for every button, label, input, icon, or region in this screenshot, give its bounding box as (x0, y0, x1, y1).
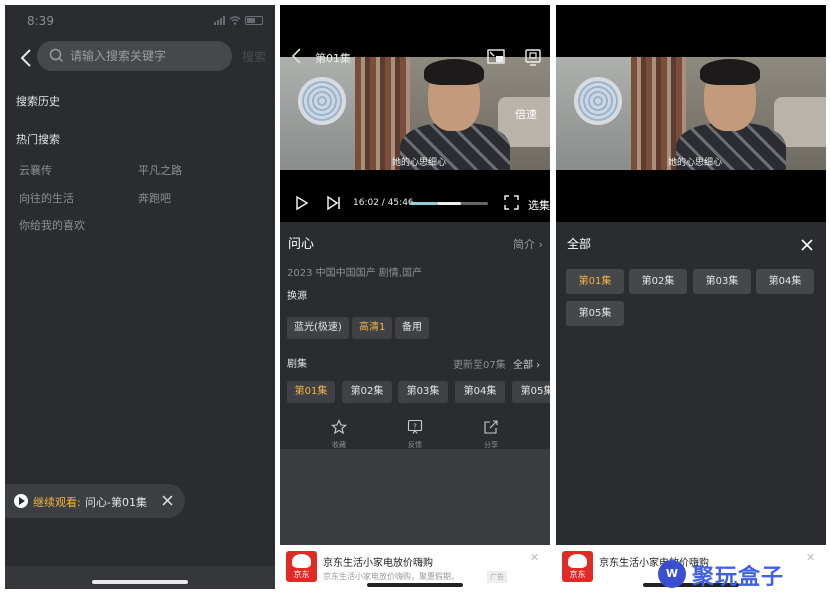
fan-graphic (298, 77, 346, 125)
hot-search-title: 热门搜索 (16, 133, 60, 146)
blank-content-area (280, 449, 550, 545)
episode-chip[interactable]: 第03集 (693, 269, 751, 294)
status-time: 8:39 (27, 14, 54, 28)
watermark-text: 聚玩盒子 (692, 565, 785, 590)
search-screen: 8:39 搜索 搜索历史 热门搜索 云襄传 平凡之路 向往的生活 奔跑吧 你给我… (5, 5, 275, 589)
search-box[interactable] (37, 41, 232, 71)
video-subtitle: 她的心思细心 (668, 158, 723, 168)
status-icons (214, 16, 263, 25)
hot-search-item[interactable]: 向往的生活 (19, 190, 74, 206)
source-chip[interactable]: 备用 (395, 317, 429, 339)
ad-title: 京东生活小家电放价嗨购 (323, 558, 433, 569)
back-icon[interactable] (288, 47, 306, 65)
show-title: 问心 (288, 237, 315, 252)
star-icon (330, 419, 348, 435)
continue-label: 继续观看: (33, 496, 81, 509)
cast-icon[interactable] (523, 47, 543, 67)
watermark-logo: W 聚玩盒子 (658, 557, 828, 591)
pip-icon[interactable] (486, 47, 506, 67)
svg-text:?: ? (413, 423, 417, 431)
update-status: 更新至07集 (453, 360, 506, 371)
battery-icon (245, 16, 263, 25)
all-episodes-link[interactable]: 全部 › (513, 356, 540, 371)
home-indicator (367, 583, 463, 587)
episode-chip[interactable]: 第05集 (566, 301, 624, 326)
hot-search-item[interactable]: 云襄传 (19, 162, 52, 178)
bottom-strip (5, 566, 275, 589)
back-icon[interactable] (15, 46, 39, 70)
home-indicator (92, 580, 188, 584)
progress-slider[interactable] (410, 202, 488, 205)
episode-chip[interactable]: 第05集 (512, 381, 550, 403)
episode-chip[interactable]: 第04集 (756, 269, 814, 294)
feedback-icon: ? (407, 419, 423, 434)
episode-chip[interactable]: 第04集 (455, 381, 505, 403)
jd-logo: 京东 (286, 551, 317, 582)
hot-search-item[interactable]: 平凡之路 (138, 162, 182, 178)
ad-tag: 广告 (487, 571, 507, 583)
episode-chip-active[interactable]: 第01集 (287, 381, 335, 403)
show-meta: 2023 中国中国国产 剧情,国产 (287, 268, 422, 279)
search-history-title: 搜索历史 (16, 95, 60, 108)
hot-search-item[interactable]: 你给我的喜欢 (19, 217, 85, 233)
playback-time: 16:02 / 45:46 (353, 198, 414, 208)
episodes-label: 剧集 (287, 359, 307, 370)
episode-chip-active[interactable]: 第01集 (566, 269, 624, 294)
source-label: 换源 (287, 291, 307, 302)
jd-logo: 京东 (562, 551, 593, 582)
feedback-button[interactable]: ? 反馈 (395, 419, 435, 450)
search-input[interactable] (70, 46, 220, 66)
hot-search-item[interactable]: 奔跑吧 (138, 190, 171, 206)
speed-button[interactable]: 倍速 (515, 106, 537, 122)
video-frame[interactable]: 她的心思细心 (280, 57, 550, 170)
episode-chip[interactable]: 第02集 (342, 381, 392, 403)
play-icon[interactable] (295, 195, 309, 211)
source-chip-active[interactable]: 高清1 (352, 317, 393, 339)
share-icon (484, 420, 498, 434)
watermark-badge: W (658, 560, 686, 588)
brief-link[interactable]: 简介 › (513, 236, 543, 252)
episode-select-button[interactable]: 选集 (528, 197, 550, 213)
player-screen: 她的心思细心 第01集 倍速 16:02 / 45:46 选集 问心 简介 › … (280, 5, 550, 589)
fullscreen-icon[interactable] (504, 195, 519, 210)
signal-icon (214, 16, 225, 25)
close-icon[interactable]: ✕ (530, 551, 539, 564)
play-icon (14, 494, 28, 508)
ad-banner[interactable]: 京东 京东生活小家电放价嗨购 京东生活小家电放价嗨购，聚惠假期， 广告 ✕ (280, 545, 550, 589)
status-bar: 8:39 (5, 5, 275, 37)
search-button[interactable]: 搜索 (242, 48, 266, 65)
close-icon[interactable] (161, 494, 174, 507)
episode-chip[interactable]: 第03集 (398, 381, 448, 403)
episode-panel-title: 全部 (567, 237, 592, 251)
video-subtitle: 她的心思细心 (392, 158, 447, 168)
video-frame[interactable]: 她的心思细心 (556, 57, 826, 170)
ad-desc: 京东生活小家电放价嗨购，聚惠假期， (323, 572, 459, 581)
wifi-icon (229, 16, 241, 25)
source-chip[interactable]: 蓝光(极速) (287, 317, 349, 339)
continue-title: 问心-第01集 (85, 496, 147, 509)
fan-graphic (574, 77, 622, 125)
favorite-button[interactable]: 收藏 (319, 419, 359, 450)
episode-panel-screen: 她的心思细心 全部 第01集 第02集 第03集 第04集 第05集 京东 京东… (556, 5, 826, 589)
next-episode-icon[interactable] (326, 195, 342, 211)
search-icon (49, 48, 64, 63)
episode-chip[interactable]: 第02集 (629, 269, 687, 294)
continue-watching-bar[interactable]: 继续观看: 问心-第01集 (5, 484, 185, 518)
close-icon[interactable] (800, 238, 814, 252)
share-button[interactable]: 分享 (471, 419, 511, 450)
episode-title: 第01集 (315, 52, 351, 65)
